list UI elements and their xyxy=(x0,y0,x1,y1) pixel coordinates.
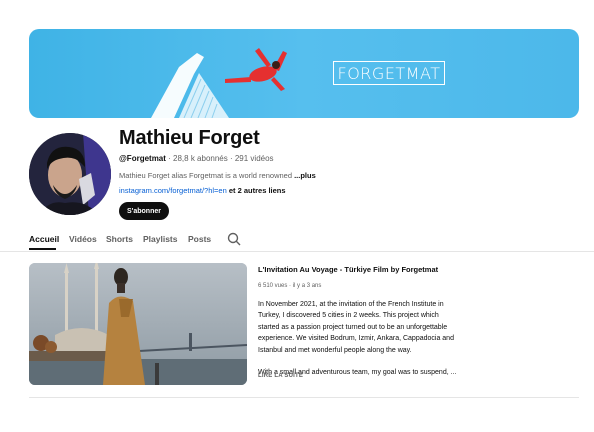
tab-accueil[interactable]: Accueil xyxy=(29,234,59,244)
channel-avatar[interactable] xyxy=(29,133,111,215)
description-line: experience. We visited Bodrum, Izmir, An… xyxy=(258,335,454,343)
channel-stats: · 28,8 k abonnés · 291 vidéos xyxy=(165,154,274,163)
search-icon[interactable] xyxy=(227,232,241,246)
section-divider xyxy=(29,397,579,398)
channel-links: instagram.com/forgetmat/?hl=en et 2 autr… xyxy=(119,186,286,195)
channel-meta: @Forgetmat · 28,8 k abonnés · 291 vidéos xyxy=(119,154,274,163)
description-text: Mathieu Forget alias Forgetmat is a worl… xyxy=(119,171,295,180)
tabs-divider xyxy=(0,251,594,252)
tab-videos[interactable]: Vidéos xyxy=(69,234,97,244)
tab-posts[interactable]: Posts xyxy=(188,234,211,244)
active-tab-indicator xyxy=(29,248,56,250)
other-links-button[interactable]: et 2 autres liens xyxy=(227,186,286,195)
banner-logo: FORGETMAT xyxy=(333,61,445,85)
channel-banner: FORGETMAT xyxy=(29,29,579,118)
description-line: started as a passion project turned out … xyxy=(258,323,448,331)
subscribe-button[interactable]: S'abonner xyxy=(119,202,169,220)
channel-description[interactable]: Mathieu Forget alias Forgetmat is a worl… xyxy=(119,171,316,180)
tab-shorts[interactable]: Shorts xyxy=(106,234,133,244)
featured-video-meta: 6 510 vues · il y a 3 ans xyxy=(258,283,322,289)
channel-tabs: Accueil Vidéos Shorts Playlists Posts xyxy=(29,230,579,250)
tab-playlists[interactable]: Playlists xyxy=(143,234,178,244)
view-count: 6 510 vues xyxy=(258,283,288,289)
description-line: In November 2021, at the invitation of t… xyxy=(258,301,444,308)
featured-video-thumbnail[interactable] xyxy=(29,263,247,385)
banner-artwork xyxy=(151,48,287,118)
channel-handle: @Forgetmat xyxy=(119,154,166,163)
featured-video-description: In November 2021, at the invitation of t… xyxy=(258,299,468,378)
channel-name: Mathieu Forget xyxy=(119,127,260,149)
upload-age: il y a 3 ans xyxy=(292,283,322,289)
avatar-portrait xyxy=(29,133,111,215)
description-line: Istanbul and met wonderful people along … xyxy=(258,346,412,354)
description-line: Turkey, I discovered 5 cities in 2 weeks… xyxy=(258,312,439,320)
thumbnail-image xyxy=(29,263,247,385)
read-more-link[interactable]: LIRE LA SUITE xyxy=(258,373,303,379)
instagram-link[interactable]: instagram.com/forgetmat/?hl=en xyxy=(119,186,227,195)
description-more-link[interactable]: ...plus xyxy=(294,171,316,180)
featured-video-title[interactable]: L'Invitation Au Voyage - Türkiye Film by… xyxy=(258,265,438,274)
